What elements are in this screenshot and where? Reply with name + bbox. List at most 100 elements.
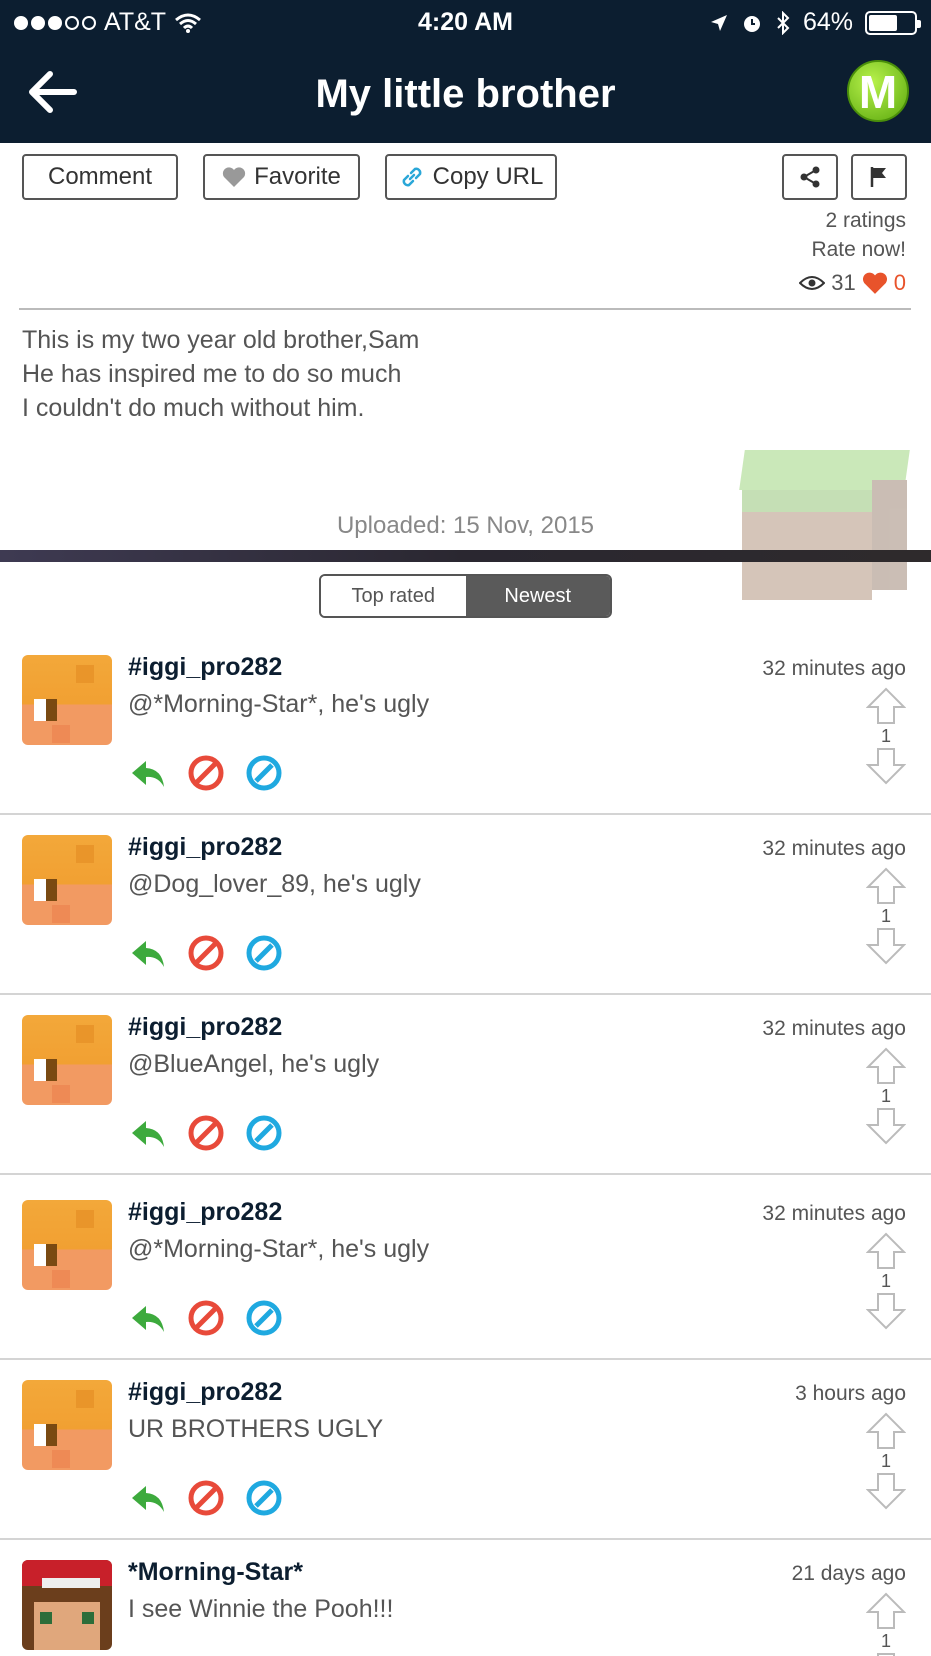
upvote-arrow-icon[interactable] [866,1412,906,1450]
sort-toggle: Top rated Newest [319,574,612,618]
block-icon[interactable] [186,933,226,973]
downvote-arrow-icon[interactable] [866,1107,906,1145]
comment-username[interactable]: #iggi_pro282 [128,833,282,862]
comment-username[interactable]: #iggi_pro282 [128,653,282,682]
comment-username[interactable]: *Morning-Star* [128,1558,303,1587]
comment-text: @*Morning-Star*, he's ugly [128,690,430,718]
comment-item: #iggi_pro282 3 hours ago UR BROTHERS UGL… [0,1360,931,1540]
tab-top-rated[interactable]: Top rated [321,576,466,616]
downvote-arrow-icon[interactable] [866,1652,906,1656]
comment-text: @Dog_lover_89, he's ugly [128,870,421,898]
report-icon[interactable] [244,933,284,973]
divider [19,308,911,310]
downvote-arrow-icon[interactable] [866,747,906,785]
report-icon[interactable] [244,1113,284,1153]
top-bar: AT&T 4:20 AM 64% My little brother M [0,0,931,143]
ratings-count: 2 ratings [825,209,906,232]
comment-username[interactable]: #iggi_pro282 [128,1013,282,1042]
report-icon[interactable] [244,1478,284,1518]
upvote-arrow-icon[interactable] [866,1592,906,1630]
vote-count: 1 [880,1631,891,1651]
views-count: 31 [831,270,856,295]
eye-icon [799,275,826,290]
flag-icon [870,167,886,187]
battery-icon [865,10,921,35]
description-line: This is my two year old brother,Sam [22,326,420,354]
link-icon [402,167,422,187]
heart-icon [862,272,887,294]
favorite-button[interactable]: Favorite [203,154,360,200]
block-icon[interactable] [186,1113,226,1153]
vote-control: 1 [866,1232,906,1330]
description: This is my two year old brother,Sam He h… [22,323,419,425]
vote-count: 1 [880,726,891,746]
action-bar: Comment Favorite Copy URL [22,154,910,200]
tab-newest[interactable]: Newest [465,576,610,616]
vote-count: 1 [880,1086,891,1106]
description-line: I couldn't do much without him. [22,394,365,422]
downvote-arrow-icon[interactable] [866,927,906,965]
comment-button[interactable]: Comment [22,154,178,200]
comment-username[interactable]: #iggi_pro282 [128,1198,282,1227]
vote-count: 1 [880,906,891,926]
block-icon[interactable] [186,1478,226,1518]
app-logo[interactable]: M [847,60,909,122]
rating-info: 2 ratings Rate now! 31 0 [799,206,906,297]
comment-button-label: Comment [47,163,153,190]
block-icon[interactable] [186,1298,226,1338]
bluetooth-icon [777,10,790,35]
report-icon[interactable] [244,753,284,793]
upvote-arrow-icon[interactable] [866,1232,906,1270]
upload-date: Uploaded: 15 Nov, 2015 [336,512,595,539]
avatar[interactable] [22,835,112,925]
reply-icon[interactable] [128,753,168,793]
reply-icon[interactable] [128,933,168,973]
vote-control: 1 [866,1412,906,1510]
comment-text: @BlueAngel, he's ugly [128,1050,380,1078]
section-divider [0,550,931,562]
avatar[interactable] [22,1015,112,1105]
comment-time: 21 days ago [791,1562,906,1585]
comment-time: 32 minutes ago [762,657,906,680]
reply-icon[interactable] [128,1298,168,1338]
comment-item: #iggi_pro282 32 minutes ago @Dog_lover_8… [0,815,931,995]
vote-control: 1 [866,867,906,965]
flag-button[interactable] [851,154,907,200]
page-title: My little brother [315,72,616,116]
share-icon [800,166,820,188]
share-button[interactable] [782,154,838,200]
comment-time: 32 minutes ago [762,837,906,860]
description-line: He has inspired me to do so much [22,360,402,388]
likes-count: 0 [893,270,906,295]
comment-time: 32 minutes ago [762,1017,906,1040]
upvote-arrow-icon[interactable] [866,687,906,725]
comment-item: *Morning-Star* 21 days ago I see Winnie … [0,1540,931,1656]
report-icon[interactable] [244,1298,284,1338]
comment-time: 32 minutes ago [762,1202,906,1225]
reply-icon[interactable] [128,1113,168,1153]
status-bar: AT&T 4:20 AM 64% [0,0,931,46]
rate-now-link[interactable]: Rate now! [799,235,906,264]
avatar[interactable] [22,655,112,745]
avatar[interactable] [22,1380,112,1470]
heart-icon [223,167,246,187]
upvote-arrow-icon[interactable] [866,867,906,905]
comment-text: @*Morning-Star*, he's ugly [128,1235,430,1263]
upvote-arrow-icon[interactable] [866,1047,906,1085]
avatar[interactable] [22,1560,112,1650]
favorite-button-label: Favorite [254,163,341,190]
vote-count: 1 [880,1451,891,1471]
copy-url-button-label: Copy URL [432,163,544,190]
vote-control: 1 [866,1047,906,1145]
downvote-arrow-icon[interactable] [866,1472,906,1510]
reply-icon[interactable] [128,1478,168,1518]
comment-item: #iggi_pro282 32 minutes ago @*Morning-St… [0,635,931,815]
comment-item: #iggi_pro282 32 minutes ago @*Morning-St… [0,1180,931,1360]
downvote-arrow-icon[interactable] [866,1292,906,1330]
vote-count: 1 [880,1271,891,1291]
copy-url-button[interactable]: Copy URL [385,154,557,200]
block-icon[interactable] [186,753,226,793]
vote-control: 1 [866,687,906,785]
comment-username[interactable]: #iggi_pro282 [128,1378,282,1407]
avatar[interactable] [22,1200,112,1290]
